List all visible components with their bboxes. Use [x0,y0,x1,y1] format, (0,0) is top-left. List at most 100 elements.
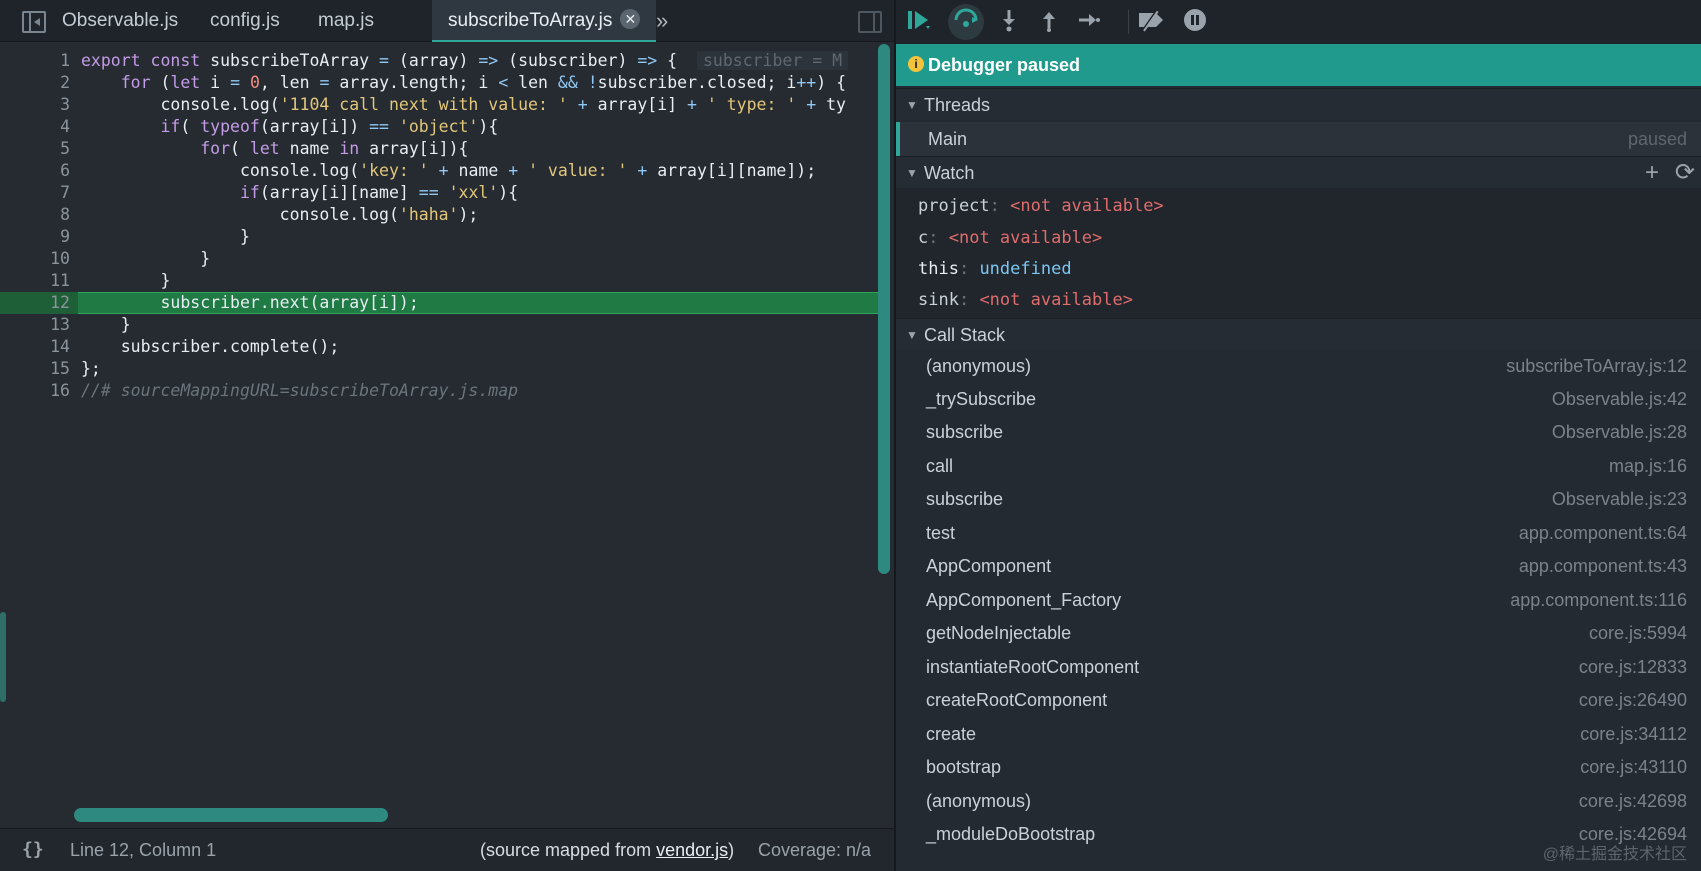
line-number[interactable]: 8 [0,204,70,226]
tab-config-js[interactable]: config.js [210,0,280,42]
line-number[interactable]: 13 [0,314,70,336]
frame-function: createRootComponent [926,690,1108,710]
toggle-sources-sidebar-icon[interactable] [22,11,46,33]
pretty-print-icon[interactable]: {} [22,829,44,871]
watch-list: project: <not available> c: <not availab… [896,188,1701,318]
watermark: @稀土掘金技术社区 [1542,846,1687,863]
paused-label: Debugger paused [928,55,1081,75]
line-number[interactable]: 6 [0,160,70,182]
threads-section-header[interactable]: ▼ Threads [896,88,1701,120]
line-source: console.log('haha'); [81,205,479,224]
watch-name: this [918,259,959,279]
step-into-icon[interactable] [994,8,1024,36]
call-stack-frame[interactable]: create core.js:34112 [896,718,1701,750]
call-stack-frame[interactable]: (anonymous) core.js:42698 [896,785,1701,817]
tab-map-js[interactable]: map.js [318,0,374,42]
call-stack-frame[interactable]: instantiateRootComponent core.js:12833 [896,651,1701,683]
step-over-icon[interactable] [948,4,984,40]
debugger-paused-banner: i Debugger paused [896,44,1701,86]
step-out-icon[interactable] [1034,8,1064,36]
call-stack-frame[interactable]: (anonymous) subscribeToArray.js:12 [896,350,1701,382]
frame-location: core.js:34112 [1580,724,1687,744]
line-number[interactable]: 5 [0,138,70,160]
thread-item-main[interactable]: Main paused [896,122,1701,156]
tab-observable-js[interactable]: Observable.js [62,0,178,42]
frame-function: AppComponent [926,556,1052,576]
horizontal-scrollbar[interactable] [74,808,388,822]
line-source: subscriber.complete(); [81,337,340,356]
line-source: for (let i = 0, len = array.length; i < … [120,73,847,92]
line-number[interactable]: 7 [0,182,70,204]
watch-value: <not available> [948,228,1103,248]
call-stack-frame[interactable]: _trySubscribe Observable.js:42 [896,383,1701,415]
collapse-triangle-icon: ▼ [906,328,918,342]
line-number[interactable]: 2 [0,72,70,94]
line-number[interactable]: 9 [0,226,70,248]
pause-on-exceptions-icon[interactable] [1180,8,1210,36]
editor-tab-bar: Observable.js config.js map.js subscribe… [0,0,894,42]
coverage-info: Coverage: n/a [758,840,872,860]
refresh-icon[interactable]: ⟳ [1675,157,1695,189]
frame-function: subscribe [926,489,1004,509]
line-number[interactable]: 3 [0,94,70,116]
call-stack-frame[interactable]: AppComponent_Factory app.component.ts:116 [896,584,1701,616]
code-line: 6 console.log('key: ' + name + ' value: … [0,160,880,182]
mapped-suffix: ) [728,840,735,860]
line-number[interactable]: 15 [0,358,70,380]
code-line: 7 if(array[i][name] == 'xxl'){ [0,182,880,204]
toggle-debugger-sidebar-icon[interactable] [858,11,882,33]
line-source: if(array[i][name] == 'xxl'){ [239,183,519,202]
resume-icon[interactable] [904,8,934,36]
line-source: } [81,249,211,268]
code-area[interactable]: 1 export const subscribeToArray = (array)… [0,50,880,402]
line-number[interactable]: 12 [0,292,70,314]
watch-section-header[interactable]: ▼ Watch + ⟳ [896,156,1701,188]
call-stack-frame[interactable]: bootstrap core.js:43110 [896,751,1701,783]
frame-location: core.js:5994 [1588,623,1687,643]
code-line: 16 //# sourceMappingURL=subscribeToArray.… [0,380,880,402]
line-number[interactable]: 14 [0,336,70,358]
frame-location: core.js:42698 [1578,791,1687,811]
line-number[interactable]: 1 [0,50,70,72]
line-source: }; [81,359,101,378]
line-number[interactable]: 4 [0,116,70,138]
add-watch-icon[interactable]: + [1645,157,1659,189]
watch-item[interactable]: sink: <not available> [918,285,1133,315]
line-number[interactable]: 10 [0,248,70,270]
code-line: 8 console.log('haha'); [0,204,880,226]
inline-preview[interactable]: subscriber = M [696,51,849,70]
mapped-source-link[interactable]: vendor.js [656,840,728,860]
code-line: 3 console.log('1104 call next with value… [0,94,880,116]
watch-name: project [918,196,990,216]
tab-subscribetoarray-js[interactable]: subscribeToArray.js ✕ [432,0,657,42]
frame-location: core.js:12833 [1578,657,1687,677]
call-stack-frame[interactable]: getNodeInjectable core.js:5994 [896,617,1701,649]
watch-item[interactable]: this: undefined [918,254,1072,284]
tab-label: subscribeToArray.js [448,10,613,31]
deactivate-breakpoints-icon[interactable] [1136,8,1166,36]
frame-function: create [926,724,977,744]
line-source: export const subscribeToArray = (array) … [81,50,849,72]
call-stack-frame[interactable]: subscribe Observable.js:28 [896,416,1701,448]
call-stack-section-header[interactable]: ▼ Call Stack [896,318,1701,350]
code-line: 2 for (let i = 0, len = array.length; i … [0,72,880,94]
call-stack-frame[interactable]: call map.js:16 [896,450,1701,482]
call-stack-frame[interactable]: subscribe Observable.js:23 [896,483,1701,515]
frame-location: Observable.js:42 [1551,389,1687,409]
call-stack-frame[interactable]: createRootComponent core.js:26490 [896,684,1701,716]
line-source: } [81,271,171,290]
watch-item[interactable]: project: <not available> [918,191,1164,221]
more-tabs-icon[interactable]: » [656,8,668,34]
call-stack-frame[interactable]: test app.component.ts:64 [896,517,1701,549]
line-number[interactable]: 16 [0,380,70,402]
tab-close-icon[interactable]: ✕ [620,9,641,29]
code-line: 9 } [0,226,880,248]
call-stack-frame[interactable]: AppComponent app.component.ts:43 [896,550,1701,582]
step-icon[interactable] [1074,8,1104,36]
code-line: 5 for( let name in array[i]){ [0,138,880,160]
watch-item[interactable]: c: <not available> [918,223,1102,253]
line-number[interactable]: 11 [0,270,70,292]
watch-value: <not available> [1010,196,1164,216]
vertical-scrollbar[interactable] [878,44,890,574]
paused-line: 12 subscriber.next(array[i]); [0,292,880,314]
